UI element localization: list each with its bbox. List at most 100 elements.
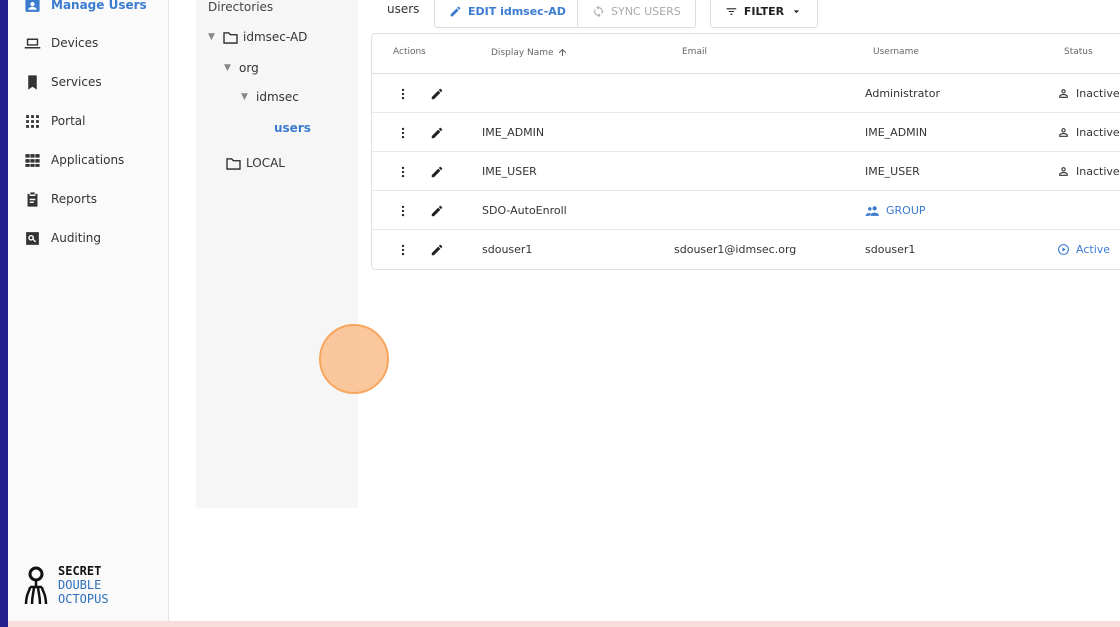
logo-line3: OCTOPUS: [58, 592, 109, 606]
cell-status: Active: [1057, 230, 1110, 269]
clipboard-icon: [27, 191, 38, 207]
header-display-name[interactable]: Display Name: [491, 47, 568, 58]
cell-display-name: IME_ADMIN: [482, 126, 545, 139]
tree-node-users[interactable]: users: [274, 121, 311, 135]
bottom-strip: [8, 621, 1120, 627]
cell-username: IME_ADMIN: [865, 126, 928, 139]
group-link-label: GROUP: [886, 204, 926, 217]
directories-title: Directories: [208, 0, 274, 14]
sync-users-button[interactable]: SYNC USERS: [577, 0, 696, 28]
header-actions: Actions: [393, 47, 426, 57]
sync-button-label: SYNC USERS: [611, 4, 681, 18]
sidebar: Manage Users Devices Services Portal App…: [8, 0, 169, 621]
table-row: sdouser1 sdouser1@idmsec.org sdouser1 Ac…: [372, 230, 1120, 270]
edit-directory-button[interactable]: EDIT idmsec-AD: [434, 0, 581, 28]
table-header: Actions Display Name Email Username Stat…: [372, 34, 1120, 74]
table-row: IME_ADMIN IME_ADMIN Inactive: [372, 113, 1120, 152]
header-username[interactable]: Username: [873, 47, 919, 57]
pencil-icon: [431, 127, 443, 138]
sidebar-item-label: Reports: [51, 192, 98, 206]
cell-status: Inactive: [1057, 113, 1120, 152]
status-text: Inactive: [1076, 165, 1120, 178]
sidebar-item-label: Manage Users: [51, 0, 147, 12]
sort-ascending-icon: [558, 48, 566, 57]
cell-display-name: IME_USER: [482, 165, 537, 178]
cell-email: sdouser1@idmsec.org: [674, 243, 797, 256]
table-row: IME_USER IME_USER Inactive: [372, 152, 1120, 191]
sidebar-item-label: Auditing: [51, 231, 102, 245]
row-menu-button[interactable]: [396, 191, 410, 230]
pencil-icon: [431, 88, 443, 99]
cell-username: sdouser1: [865, 243, 916, 256]
person-outline-icon: [1059, 89, 1068, 98]
table-row: SDO-AutoEnroll GROUP: [372, 191, 1120, 230]
tree-node-idmsec[interactable]: ▼ idmsec: [241, 90, 299, 104]
more-vertical-icon: [401, 205, 405, 216]
filter-button[interactable]: FILTER: [710, 0, 818, 28]
folder-icon: [223, 31, 238, 44]
sidebar-item-manage-users[interactable]: Manage Users: [24, 0, 147, 15]
filter-lines-icon: [726, 7, 737, 15]
sidebar-item-label: Devices: [51, 36, 99, 50]
sidebar-item-label: Applications: [51, 153, 125, 167]
sidebar-item-auditing[interactable]: Auditing: [24, 228, 101, 248]
row-edit-button[interactable]: [430, 191, 446, 230]
logo-line2: DOUBLE: [58, 578, 102, 592]
cell-display-name: SDO-AutoEnroll: [482, 204, 567, 217]
sidebar-item-devices[interactable]: Devices: [24, 33, 98, 53]
pencil-icon: [431, 244, 443, 255]
tree-node-label: org: [239, 61, 259, 75]
row-menu-button[interactable]: [396, 230, 410, 269]
cell-status: Inactive: [1057, 152, 1120, 191]
header-status[interactable]: Status: [1064, 47, 1093, 57]
sidebar-item-label: Services: [51, 75, 102, 89]
grid-dots-icon: [26, 114, 39, 128]
row-menu-button[interactable]: [396, 152, 410, 191]
more-vertical-icon: [401, 244, 405, 255]
tree-node-label: users: [274, 121, 311, 135]
cell-username: IME_USER: [865, 165, 920, 178]
row-edit-button[interactable]: [430, 152, 446, 191]
caret-down-icon[interactable]: ▼: [208, 32, 218, 42]
row-edit-button[interactable]: [430, 230, 446, 269]
sidebar-item-applications[interactable]: Applications: [24, 150, 124, 170]
status-text: Inactive: [1076, 126, 1120, 139]
tree-node-local[interactable]: LOCAL: [226, 156, 285, 170]
table-row: Administrator Inactive: [372, 74, 1120, 113]
edit-button-label: EDIT idmsec-AD: [468, 4, 566, 18]
caret-down-icon[interactable]: ▼: [241, 92, 251, 102]
dropdown-arrow-icon: [793, 9, 800, 13]
caret-down-icon[interactable]: ▼: [224, 63, 234, 73]
sidebar-item-reports[interactable]: Reports: [24, 189, 97, 209]
group-link[interactable]: GROUP: [865, 191, 926, 230]
row-menu-button[interactable]: [396, 74, 410, 113]
row-edit-button[interactable]: [430, 113, 446, 152]
click-indicator: [319, 324, 389, 394]
play-circle-icon: [1058, 244, 1069, 255]
header-email[interactable]: Email: [682, 47, 707, 57]
tree-node-idmsec-ad[interactable]: ▼ idmsec-AD: [208, 30, 307, 44]
row-edit-button[interactable]: [430, 74, 446, 113]
search-box-icon: [26, 231, 39, 245]
octopus-logo-icon: [24, 566, 48, 605]
sync-icon: [594, 5, 603, 17]
laptop-icon: [24, 38, 41, 48]
more-vertical-icon: [401, 166, 405, 177]
sidebar-item-portal[interactable]: Portal: [24, 111, 85, 131]
directories-panel: Directories ▼ idmsec-AD ▼ org ▼ idmsec u…: [196, 0, 358, 508]
group-people-icon: [865, 206, 879, 216]
cell-display-name: sdouser1: [482, 243, 533, 256]
bookmark-icon: [28, 74, 37, 90]
tree-node-org[interactable]: ▼ org: [224, 61, 259, 75]
tree-node-label: idmsec-AD: [243, 30, 308, 44]
sidebar-item-services[interactable]: Services: [24, 72, 102, 92]
pencil-icon: [431, 166, 443, 177]
cell-status: Inactive: [1057, 74, 1120, 113]
window-edge-bar: [0, 0, 8, 627]
users-table: Actions Display Name Email Username Stat…: [371, 33, 1120, 270]
status-text: Active: [1076, 243, 1111, 256]
pencil-icon: [431, 205, 443, 216]
row-menu-button[interactable]: [396, 113, 410, 152]
folder-icon: [226, 157, 241, 170]
logo-line1: SECRET: [58, 564, 102, 578]
